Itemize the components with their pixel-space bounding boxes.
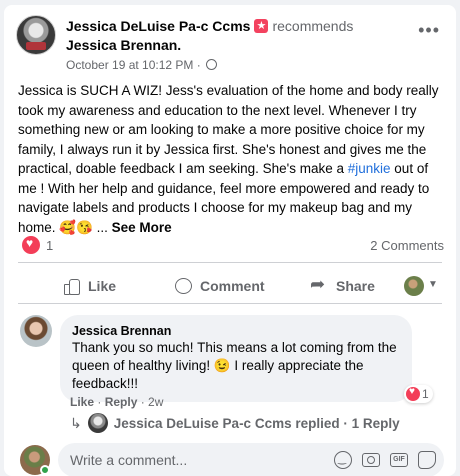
- sticker-icon[interactable]: [418, 451, 436, 469]
- like-icon: [62, 277, 80, 295]
- love-reaction-icon[interactable]: [22, 236, 40, 254]
- share-icon: [310, 274, 328, 295]
- comment-reply-link[interactable]: Reply: [105, 395, 138, 409]
- see-more-link[interactable]: See More: [112, 220, 172, 235]
- comment-avatar[interactable]: [20, 315, 52, 347]
- comment-composer: Write a comment... GIF: [18, 443, 444, 476]
- post-meta: October 19 at 10:12 PM ·: [66, 57, 218, 73]
- chevron-down-icon: ▼: [428, 279, 438, 290]
- post-date[interactable]: October 19 at 10:12 PM: [66, 58, 193, 72]
- more-icon[interactable]: •••: [418, 21, 440, 39]
- post-headline: Jessica DeLuise Pa-c Ccms recommends Jess…: [66, 17, 396, 55]
- post-actions: Like Comment Share ▼: [18, 267, 442, 305]
- online-indicator: [40, 465, 50, 475]
- comment-age[interactable]: 2w: [148, 395, 163, 409]
- divider: [18, 303, 442, 304]
- avatar: [404, 276, 424, 296]
- divider: [18, 262, 442, 263]
- comment-reaction-badge[interactable]: 1: [404, 385, 433, 403]
- love-reaction-icon: [406, 386, 420, 401]
- gif-icon[interactable]: GIF: [390, 453, 408, 467]
- comment-button[interactable]: Comment: [174, 277, 265, 295]
- author-avatar[interactable]: [16, 15, 56, 55]
- comment-icon: [174, 277, 192, 295]
- hashtag-link[interactable]: #junkie: [348, 161, 391, 176]
- comment-placeholder: Write a comment...: [70, 452, 188, 468]
- like-button[interactable]: Like: [62, 277, 116, 295]
- comment-author[interactable]: Jessica Brennan: [72, 323, 400, 339]
- comment-actions: Like · Reply · 2w: [70, 395, 164, 409]
- comment-like-link[interactable]: Like: [70, 395, 94, 409]
- reply-avatar: [87, 413, 108, 433]
- comment-text: Thank you so much! This means a lot comi…: [72, 340, 397, 391]
- recommended-name[interactable]: Jessica Brennan: [66, 37, 177, 53]
- recommend-icon: [254, 17, 269, 36]
- globe-icon: [206, 59, 218, 70]
- composer-tools: GIF: [334, 451, 436, 469]
- replies-text: Jessica DeLuise Pa-c Ccms replied · 1 Re…: [113, 415, 400, 431]
- comments-count[interactable]: 2 Comments: [370, 238, 444, 253]
- comment-reaction-count: 1: [422, 387, 429, 401]
- share-label: Share: [336, 278, 375, 294]
- share-button[interactable]: Share: [310, 274, 375, 295]
- reactions-bar: 1 2 Comments: [18, 235, 444, 257]
- comment-label: Comment: [200, 278, 265, 294]
- post-body: Jessica is SUCH A WIZ! Jess's evaluation…: [18, 81, 446, 237]
- post-card: Jessica DeLuise Pa-c Ccms recommends Jess…: [4, 5, 456, 476]
- author-name[interactable]: Jessica DeLuise Pa-c Ccms: [66, 18, 250, 34]
- view-replies[interactable]: ↳ Jessica DeLuise Pa-c Ccms replied · 1 …: [70, 413, 400, 433]
- reaction-count[interactable]: 1: [46, 238, 53, 253]
- recommends-label: recommends: [272, 18, 354, 34]
- reply-arrow-icon: ↳: [70, 414, 82, 431]
- reaction-as-selector[interactable]: ▼: [404, 276, 440, 296]
- emoji-icon[interactable]: [334, 451, 352, 469]
- post-header: Jessica DeLuise Pa-c Ccms recommends Jess…: [16, 15, 444, 73]
- camera-icon[interactable]: [362, 453, 380, 467]
- comment-bubble: Jessica Brennan Thank you so much! This …: [60, 315, 412, 402]
- like-label: Like: [88, 278, 117, 294]
